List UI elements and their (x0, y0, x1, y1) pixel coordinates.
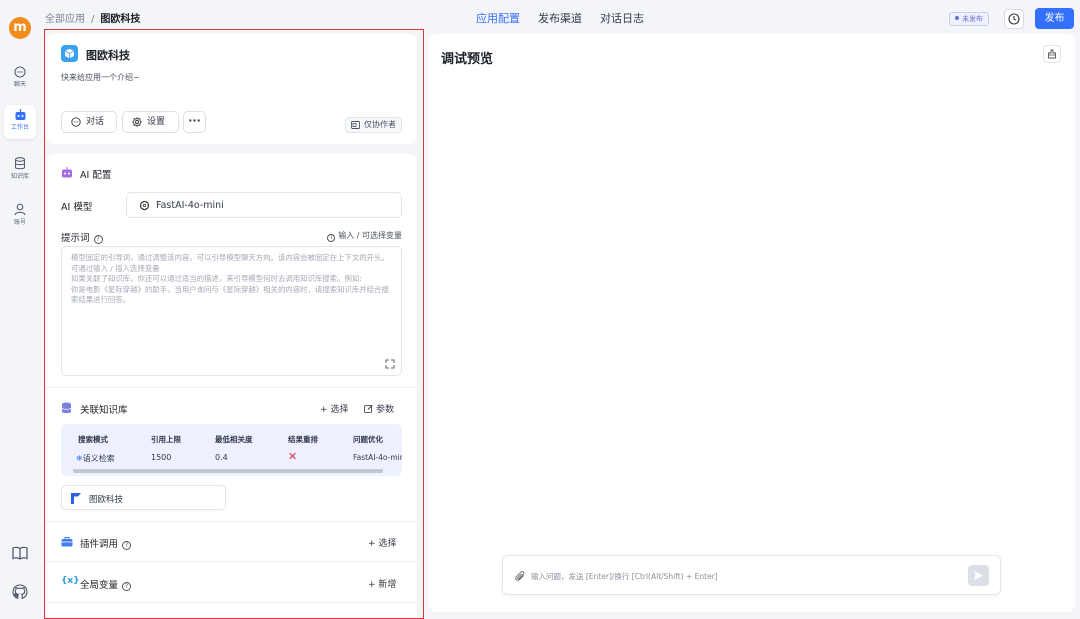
chat-bubble-icon (14, 66, 26, 78)
user-icon (14, 203, 26, 216)
github-button[interactable] (12, 584, 28, 600)
send-icon (974, 571, 983, 580)
tab-chat-logs[interactable]: 对话日志 (600, 12, 644, 25)
rail-label: 聊天 (13, 81, 26, 88)
app-logo[interactable]: m (9, 17, 31, 39)
send-button[interactable] (968, 565, 989, 586)
breadcrumb-root[interactable]: 全部应用 (45, 14, 85, 25)
rail-item-knowledge[interactable]: 知识库 (4, 153, 36, 187)
github-icon (12, 584, 28, 600)
rail-label: 知识库 (10, 173, 29, 180)
rail-item-workspace[interactable]: 工作台 (4, 105, 36, 139)
paperclip-icon[interactable] (515, 570, 526, 582)
clock-icon (1008, 13, 1020, 25)
breadcrumb-separator: / (91, 14, 95, 25)
chat-input-placeholder: 输入问题，发送 [Enter]/换行 [Ctrl(Alt/Shift) + En… (531, 572, 718, 581)
rail-item-account[interactable]: 账号 (4, 199, 36, 233)
left-rail: m 聊天 工作台 知识库 账号 (0, 0, 40, 619)
tab-app-config[interactable]: 应用配置 (476, 12, 520, 25)
breadcrumb: 全部应用 / 图欧科技 (45, 10, 140, 25)
highlight-frame (44, 29, 424, 619)
book-icon (12, 546, 28, 560)
broom-icon (1048, 49, 1056, 59)
rail-label: 工作台 (10, 124, 29, 131)
rail-label: 账号 (13, 219, 26, 226)
status-dot (955, 16, 959, 20)
status-badge: 未发布 (949, 12, 989, 26)
debug-preview-panel: 调试预览 输入问题，发送 [Enter]/换行 [Ctrl(Alt/Shift)… (429, 34, 1075, 612)
breadcrumb-current: 图欧科技 (100, 14, 141, 25)
tab-publish-channel[interactable]: 发布渠道 (538, 12, 582, 25)
docs-button[interactable] (12, 546, 28, 562)
preview-title: 调试预览 (441, 52, 494, 67)
status-label: 未发布 (962, 15, 983, 23)
chat-input[interactable]: 输入问题，发送 [Enter]/换行 [Ctrl(Alt/Shift) + En… (502, 555, 1001, 595)
database-icon (14, 157, 26, 170)
publish-button[interactable]: 发布 (1035, 8, 1074, 29)
rail-item-chat[interactable]: 聊天 (4, 62, 36, 96)
clear-chat-button[interactable] (1043, 45, 1061, 63)
history-button[interactable] (1004, 9, 1024, 29)
top-nav: 应用配置 发布渠道 对话日志 (476, 10, 662, 26)
robot-icon (15, 109, 25, 120)
